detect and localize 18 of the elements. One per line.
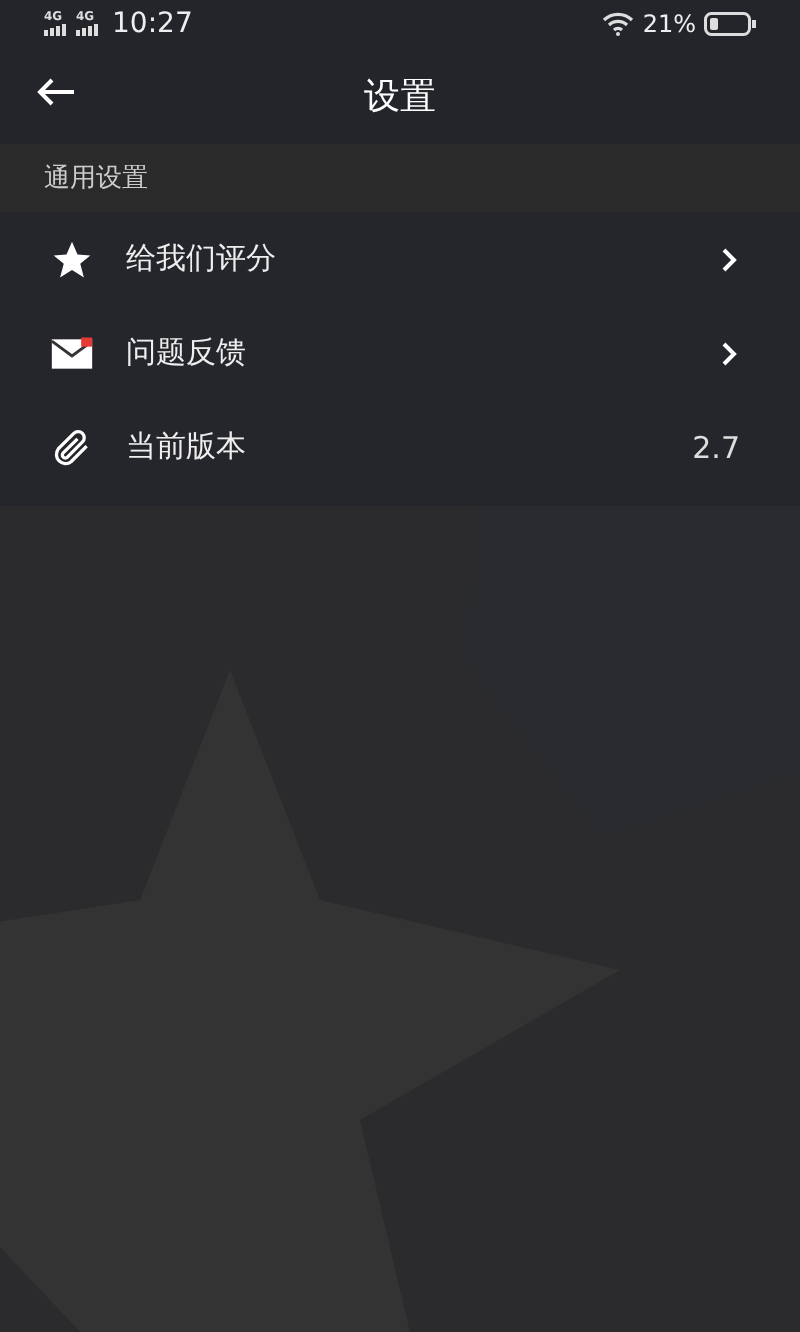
chevron-right-icon [720, 245, 740, 273]
battery-icon [704, 12, 756, 36]
paperclip-icon [50, 425, 94, 469]
chevron-right-icon [720, 339, 740, 367]
signal-icon [76, 24, 100, 36]
settings-item[interactable]: 问题反馈 [0, 306, 800, 400]
star-icon [50, 237, 94, 281]
signal-icon [44, 24, 68, 36]
battery-percent: 21% [642, 10, 696, 38]
item-label: 问题反馈 [126, 334, 248, 372]
item-label: 当前版本 [126, 428, 248, 466]
settings-item[interactable]: 当前版本 2.7 [0, 400, 800, 494]
item-label: 给我们评分 [126, 240, 278, 278]
page-title: 设置 [364, 74, 436, 120]
settings-item[interactable]: 给我们评分 [0, 212, 800, 306]
clock-time: 10:27 [112, 8, 193, 40]
version-number: 2.7 [692, 429, 740, 465]
wifi-icon [602, 12, 635, 36]
